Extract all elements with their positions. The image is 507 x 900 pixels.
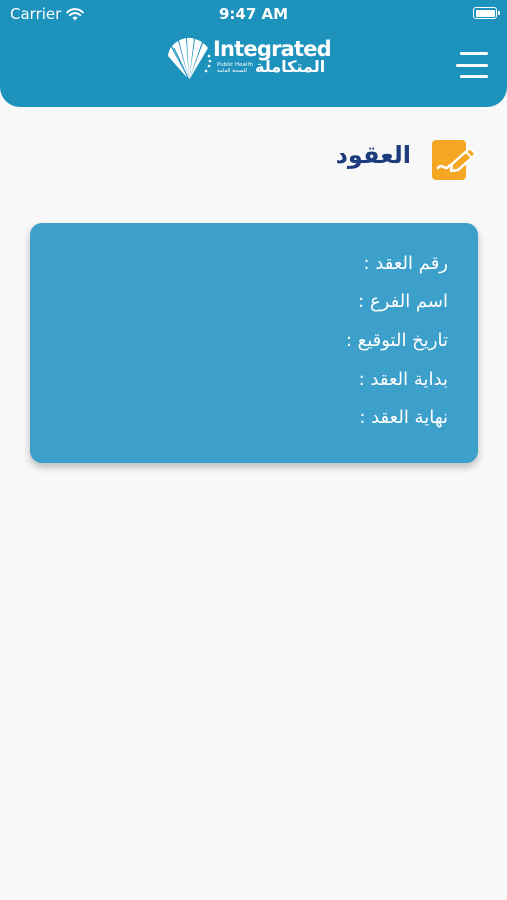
hamburger-menu-icon-bar-bottom: [460, 75, 488, 78]
signing-date-label: تاريخ التوقيع :: [345, 330, 448, 351]
hamburger-menu-icon-bar-top: [460, 52, 488, 55]
contract-number-label: رقم العقد :: [363, 253, 448, 274]
contract-start-label: بداية العقد :: [358, 369, 448, 390]
hamburger-menu-icon-bar-middle: [456, 63, 488, 67]
page-title-row: العقود: [0, 135, 507, 185]
logo-arabic-text: المتكاملة: [255, 57, 326, 76]
logo-subtitle: Public Health للصحة العامة: [217, 62, 253, 74]
status-bar: Carrier 9:47 AM: [0, 0, 507, 28]
shell-logo-icon: [168, 37, 212, 81]
contract-sign-icon: [432, 140, 478, 180]
contract-card: رقم العقد : اسم الفرع : تاريخ التوقيع : …: [30, 223, 478, 463]
contract-end-label: نهاية العقد :: [359, 407, 448, 428]
menu-button[interactable]: [456, 52, 488, 78]
logo-subtitle-line-2: للصحة العامة: [217, 68, 247, 74]
page-title: العقود: [335, 141, 411, 169]
status-time: 9:47 AM: [218, 5, 289, 23]
battery-icon: [473, 7, 500, 19]
app-logo: Integrated Public Health للصحة العامة ال…: [165, 36, 341, 84]
app-header: Carrier 9:47 AM Integrated Public Health…: [0, 0, 507, 107]
branch-name-label: اسم الفرع :: [358, 291, 448, 312]
